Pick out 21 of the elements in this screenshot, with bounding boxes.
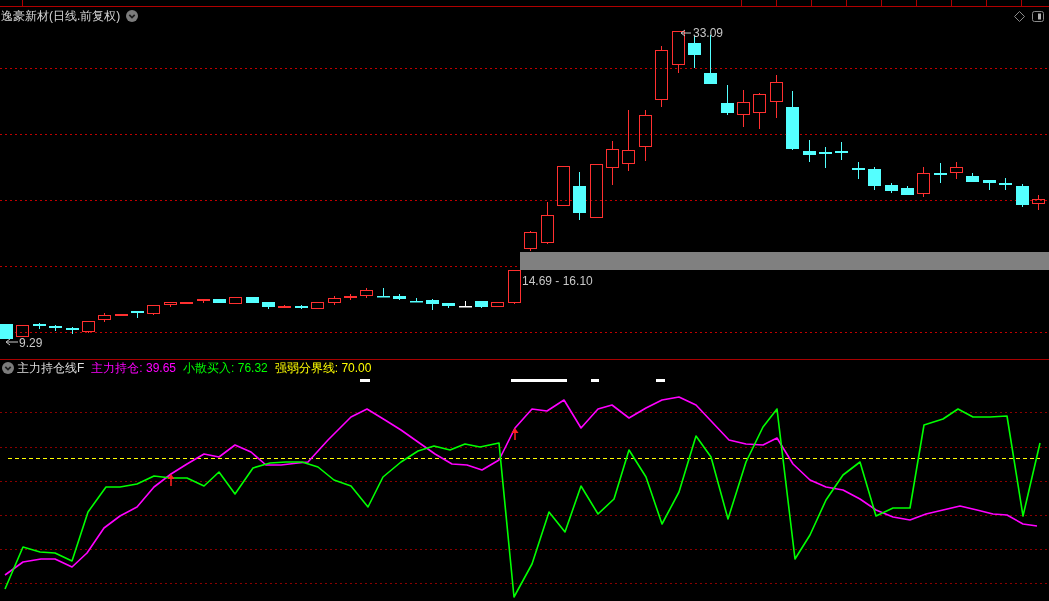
indicator-reading: 强弱分界线: 70.00 bbox=[274, 359, 372, 377]
indicator-reading: 主力持仓: 39.65 bbox=[91, 359, 177, 377]
signal-bar bbox=[511, 379, 567, 382]
signal-bar bbox=[591, 379, 599, 382]
low-price-label: 9.29 bbox=[19, 336, 43, 350]
left-arrow-icon bbox=[5, 338, 19, 346]
panel-icon[interactable] bbox=[1032, 10, 1044, 22]
chart-title: 逸豪新材(日线.前复权) bbox=[1, 7, 121, 25]
price-range-label: 14.69 - 16.10 bbox=[522, 274, 593, 288]
indicator-name: 主力持仓线F bbox=[17, 359, 85, 377]
up-arrow-icon bbox=[511, 428, 519, 441]
left-arrow-icon bbox=[680, 29, 692, 37]
chevron-down-icon[interactable] bbox=[126, 10, 139, 22]
diamond-icon[interactable] bbox=[1014, 10, 1025, 22]
high-price-label: 33.09 bbox=[693, 26, 724, 40]
up-arrow-icon bbox=[167, 474, 175, 487]
chevron-down-icon[interactable] bbox=[2, 362, 14, 374]
doji-candle bbox=[459, 300, 472, 308]
signal-bar bbox=[656, 379, 665, 382]
indicator-reading: 小散买入: 76.32 bbox=[183, 359, 268, 377]
signal-bar bbox=[360, 379, 370, 382]
